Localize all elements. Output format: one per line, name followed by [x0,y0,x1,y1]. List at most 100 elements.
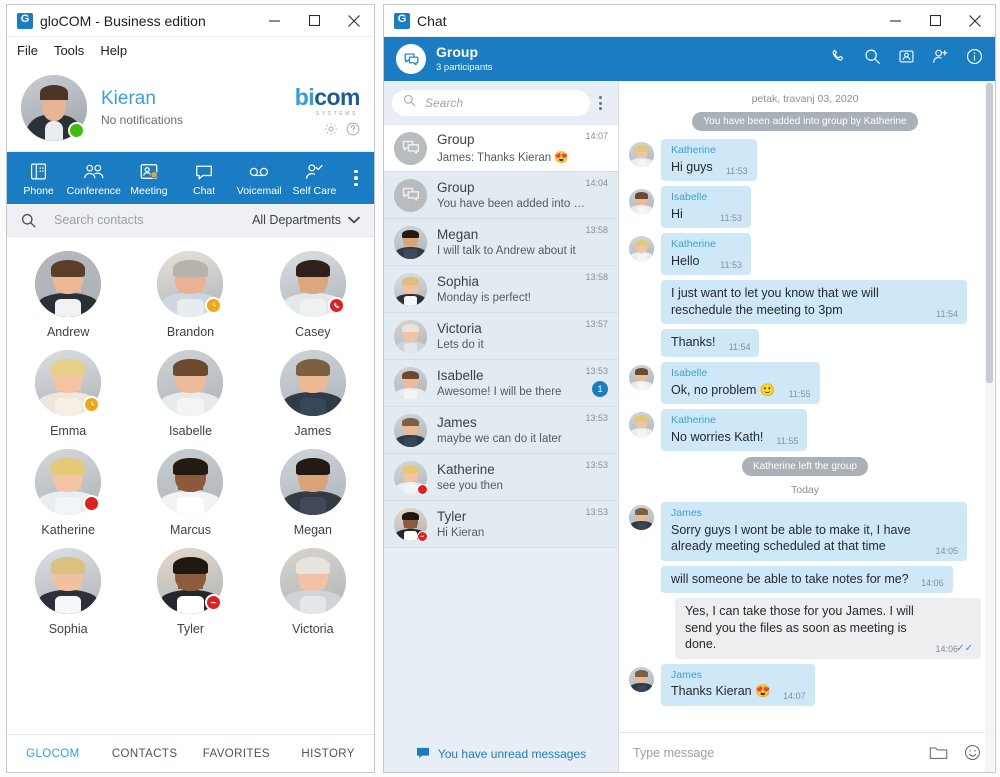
message-bubble[interactable]: Yes, I can take those for you James. I w… [675,598,981,659]
message-bubble[interactable]: Katherine No worries Kath! 11:55 [661,409,808,452]
contact-card-victoria[interactable]: Victoria [252,548,374,636]
contact-card-james[interactable]: James [252,350,374,438]
conversation-item[interactable]: James maybe we can do it later 13:53 [384,407,618,454]
maximize-button[interactable] [294,5,334,36]
contact-card-isabelle[interactable]: Isabelle [129,350,251,438]
conversation-item[interactable]: Isabelle Awesome! I will be there 13:53 1 [384,360,618,407]
message-sender: James [671,507,702,520]
minimize-button[interactable] [875,5,915,36]
department-filter[interactable]: All Departments [252,213,360,227]
contact-card-brandon[interactable]: Brandon [129,251,251,339]
avatar[interactable] [279,548,346,614]
close-icon [348,14,360,27]
tab-glocom[interactable]: GLOCOM [7,748,99,760]
video-contact-icon[interactable] [898,48,915,70]
search-icon [403,94,416,112]
toolbar-more-button[interactable] [342,169,370,187]
glocom-app-icon: G [17,12,33,29]
minimize-button[interactable] [254,5,294,36]
contact-card-andrew[interactable]: Andrew [7,251,129,339]
contact-card-megan[interactable]: Megan [252,449,374,537]
avatar[interactable] [157,449,224,515]
add-person-icon[interactable] [932,48,949,70]
conference-group-icon [66,161,121,182]
chat-participants: 3 participants [436,61,493,73]
conversation-item[interactable]: Sophia Monday is perfect! 13:58 [384,266,618,313]
message-time: 11:54 [728,341,751,352]
conversation-preview: Lets do it [437,338,484,351]
search-icon[interactable] [864,48,881,70]
avatar[interactable] [35,350,102,416]
conversation-item[interactable]: Victoria Lets do it 13:57 [384,313,618,360]
avatar[interactable] [157,350,224,416]
tab-favorites[interactable]: FAVORITES [191,748,283,760]
thread-scrollbar[interactable] [985,81,994,772]
contact-card-marcus[interactable]: Marcus [129,449,251,537]
contact-card-katherine[interactable]: Katherine [7,449,129,537]
conversation-item[interactable]: Megan I will talk to Andrew about it 13:58 [384,219,618,266]
tab-history[interactable]: HISTORY [282,748,374,760]
conversation-item[interactable]: Katherine see you then 13:53 [384,454,618,501]
toolbar-item-voicemail[interactable]: Voicemail [232,159,287,197]
avatar [394,225,427,259]
folder-icon[interactable] [929,745,948,761]
contact-card-tyler[interactable]: Tyler [129,548,251,636]
search-contacts-input[interactable]: Search contacts [54,213,252,227]
message-bubble[interactable]: Isabelle Ok, no problem 🙂 11:55 [661,361,820,405]
conversation-name: Group [437,180,475,196]
avatar [394,507,428,542]
message-bubble[interactable]: Katherine Hello 11:53 [661,233,751,276]
menu-help[interactable]: Help [100,43,127,58]
emoji-icon[interactable] [964,744,981,761]
tab-contacts[interactable]: CONTACTS [99,748,191,760]
contact-card-casey[interactable]: Casey [252,251,374,339]
avatar[interactable] [279,449,346,515]
contact-card-sophia[interactable]: Sophia [7,548,129,636]
avatar[interactable] [35,548,102,614]
message-bubble[interactable]: James Thanks Kieran 😍 14:07 [661,663,815,706]
message-bubble[interactable]: Thanks! 11:54 [661,329,760,357]
avatar[interactable] [279,350,346,416]
contact-card-emma[interactable]: Emma [7,350,129,438]
message-bubble[interactable]: will someone be able to take notes for m… [661,565,953,594]
chat-bubble-icon [177,161,232,182]
close-button[interactable] [334,5,374,36]
close-button[interactable] [955,5,995,36]
toolbar-item-chat[interactable]: Chat [177,159,232,197]
message-bubble[interactable]: I just want to let you know that we will… [661,280,967,325]
sidebar-menu-button[interactable] [590,96,610,110]
conversation-item[interactable]: Group James: Thanks Kieran 😍 14:07 [384,125,618,172]
search-icon[interactable] [21,213,36,228]
conversation-item[interactable]: Tyler Hi Kieran 13:53 [384,501,618,548]
avatar[interactable] [21,74,87,141]
chat-header-actions [830,48,983,70]
toolbar-item-phone[interactable]: Phone [11,159,66,197]
avatar[interactable] [35,251,102,317]
menu-file[interactable]: File [17,43,38,58]
avatar[interactable] [157,251,224,317]
message-bubble[interactable]: Katherine Hi guys 11:53 [661,139,757,182]
message-bubble[interactable]: James Sorry guys I wont be able to make i… [661,502,967,561]
toolbar-item-conference[interactable]: Conference [66,159,121,197]
avatar[interactable] [157,548,224,614]
info-icon[interactable] [966,48,983,70]
menu-tools[interactable]: Tools [54,43,84,58]
unread-messages-banner[interactable]: You have unread messages [384,736,618,772]
presence-busy-icon [417,483,428,495]
contact-name: Brandon [166,325,215,339]
avatar[interactable] [279,251,346,317]
search-input[interactable]: Search [392,90,590,116]
scrollbar-thumb[interactable] [986,83,993,383]
toolbar-item-meeting[interactable]: Meeting [121,159,176,197]
profile-panel: Kieran No notifications bicom SYSTEMS [7,64,374,152]
toolbar-item-self-care[interactable]: Self Care [287,159,342,197]
phone-call-icon[interactable] [830,48,847,70]
message-input[interactable]: Type message [633,746,913,760]
avatar [629,189,654,215]
avatar[interactable] [35,449,102,515]
maximize-button[interactable] [915,5,955,36]
help-icon[interactable] [346,122,360,141]
message-bubble[interactable]: Isabelle Hi 11:53 [661,186,751,229]
gear-icon[interactable] [324,122,338,141]
conversation-item[interactable]: GroupYou have been added into grou...14:… [384,172,618,219]
